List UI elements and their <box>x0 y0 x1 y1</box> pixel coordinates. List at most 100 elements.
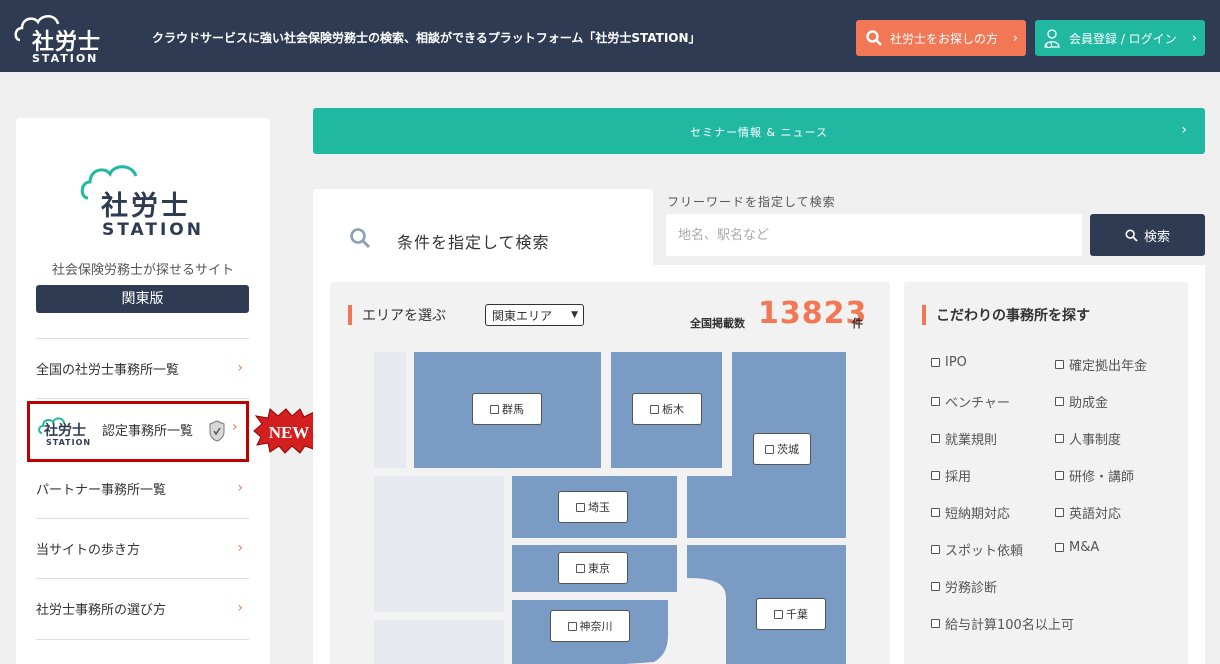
checkbox-icon <box>576 563 585 573</box>
specialty-title: こだわりの事務所を探す <box>922 305 1090 325</box>
sidebar-item-partner-list[interactable]: パートナー事務所一覧 › <box>36 473 249 503</box>
sidebar-item-how-to-choose[interactable]: 社労士事務所の選び方 › <box>36 593 249 623</box>
chevron-right-icon: › <box>237 480 243 496</box>
specialty-option-spot[interactable]: スポット依頼 <box>931 540 1023 559</box>
checkbox-icon <box>931 397 940 406</box>
checkbox-icon <box>1055 543 1064 552</box>
chevron-right-icon: › <box>1012 30 1018 46</box>
sidebar-logo[interactable]: 社労士 STATION <box>76 160 216 244</box>
checkbox-icon <box>931 358 940 367</box>
checkbox-icon <box>931 582 940 591</box>
checkbox-icon <box>576 502 585 512</box>
pref-label: 埼玉 <box>588 501 610 514</box>
checkbox-icon <box>1055 360 1064 369</box>
freeword-input[interactable] <box>666 214 1082 256</box>
specialty-option-english[interactable]: 英語対応 <box>1055 503 1121 522</box>
search-icon <box>866 30 882 46</box>
sidebar-item-label: 全国の社労士事務所一覧 <box>36 362 180 378</box>
option-label: 採用 <box>945 470 972 485</box>
search-button[interactable]: 検索 <box>1090 214 1205 256</box>
certified-logo-name: 社労士 <box>44 423 86 439</box>
specialty-option-ipo[interactable]: IPO <box>931 355 967 370</box>
checkbox-icon <box>1055 434 1064 443</box>
option-label: IPO <box>945 355 967 370</box>
freeword-label: フリーワードを指定して検索 <box>667 195 836 209</box>
accent-bar <box>922 305 926 325</box>
area-title-label: エリアを選ぶ <box>362 308 446 324</box>
specialty-option-dc-pension[interactable]: 確定拠出年金 <box>1055 355 1147 374</box>
chevron-right-icon: › <box>237 540 243 556</box>
pref-checkbox-gunma[interactable]: 群馬 <box>472 393 542 425</box>
option-label: 就業規則 <box>945 433 998 448</box>
chevron-down-icon: ▼ <box>571 310 578 320</box>
sidebar-logo-sub: STATION <box>102 220 204 240</box>
option-label: 英語対応 <box>1069 507 1122 522</box>
divider <box>36 578 249 579</box>
new-badge-text: NEW <box>269 423 310 442</box>
divider <box>36 518 249 519</box>
header-logo[interactable]: 社労士 STATION <box>14 10 114 66</box>
checkbox-icon <box>765 444 774 454</box>
chevron-right-icon: › <box>1181 122 1187 138</box>
region-badge[interactable]: 関東版 <box>36 285 249 313</box>
checkbox-icon <box>490 404 499 414</box>
condition-search-tab[interactable]: 条件を指定して検索 <box>313 189 653 279</box>
chevron-right-icon: › <box>1191 30 1197 46</box>
pref-label: 茨城 <box>777 443 799 456</box>
option-label: ベンチャー <box>945 396 1010 411</box>
specialty-option-training[interactable]: 研修・講師 <box>1055 466 1134 485</box>
accent-bar <box>348 305 352 325</box>
checkbox-icon <box>1055 397 1064 406</box>
pref-label: 東京 <box>588 562 610 575</box>
count-unit: 件 <box>852 317 863 330</box>
option-label: スポット依頼 <box>945 544 1024 559</box>
sidebar-item-label: パートナー事務所一覧 <box>36 482 167 498</box>
sidebar-item-how-to-use[interactable]: 当サイトの歩き方 › <box>36 533 249 563</box>
specialty-option-labor-audit[interactable]: 労務診断 <box>931 577 997 596</box>
checkbox-icon <box>1055 508 1064 517</box>
checkbox-icon <box>931 619 940 628</box>
pref-checkbox-chiba[interactable]: 千葉 <box>756 598 826 630</box>
count-label: 全国掲載数 <box>690 317 745 330</box>
register-login-button[interactable]: 会員登録 / ログイン › <box>1035 20 1205 56</box>
find-sharoushi-button[interactable]: 社労士をお探しの方 › <box>856 20 1026 56</box>
specialty-option-venture[interactable]: ベンチャー <box>931 392 1010 411</box>
sidebar-item-certified-list[interactable]: 社労士 STATION 認定事務所一覧 › <box>27 401 249 462</box>
specialty-option-work-rules[interactable]: 就業規則 <box>931 429 997 448</box>
specialty-option-recruiting[interactable]: 採用 <box>931 466 971 485</box>
checkbox-icon <box>1055 471 1064 480</box>
option-label: 給与計算100名以上可 <box>945 618 1074 633</box>
user-icon <box>1044 29 1060 48</box>
sidebar-item-label: 認定事務所一覧 <box>102 424 194 439</box>
chevron-right-icon: › <box>237 600 243 616</box>
header-logo-sub: STATION <box>32 52 99 65</box>
pref-label: 神奈川 <box>579 620 613 633</box>
sidebar-logo-name: 社労士 <box>101 191 191 222</box>
find-sharoushi-label: 社労士をお探しの方 <box>890 31 999 46</box>
option-label: 短納期対応 <box>945 507 1011 522</box>
option-label: 助成金 <box>1069 396 1109 411</box>
certified-logo-sub: STATION <box>46 438 92 447</box>
seal-icon <box>209 420 225 442</box>
seminar-news-bar[interactable]: セミナー情報 & ニュース › <box>313 108 1205 154</box>
specialty-option-subsidy[interactable]: 助成金 <box>1055 392 1108 411</box>
listing-count: 13823 <box>758 296 868 331</box>
specialty-option-hr-system[interactable]: 人事制度 <box>1055 429 1121 448</box>
pref-checkbox-kanagawa[interactable]: 神奈川 <box>550 610 630 642</box>
pref-checkbox-saitama[interactable]: 埼玉 <box>558 491 628 523</box>
area-title: エリアを選ぶ <box>348 305 446 325</box>
specialty-option-payroll-100[interactable]: 給与計算100名以上可 <box>931 614 1074 633</box>
search-button-label: 検索 <box>1143 229 1170 245</box>
pref-label: 群馬 <box>502 403 524 416</box>
pref-checkbox-ibaraki[interactable]: 茨城 <box>753 433 811 465</box>
pref-checkbox-tochigi[interactable]: 栃木 <box>632 393 702 425</box>
sidebar-item-national-list[interactable]: 全国の社労士事務所一覧 › <box>36 353 249 383</box>
divider <box>36 639 249 640</box>
area-select[interactable]: 関東エリア ▼ <box>485 304 584 326</box>
search-icon <box>350 228 371 249</box>
pref-label: 栃木 <box>662 403 684 416</box>
pref-checkbox-tokyo[interactable]: 東京 <box>558 552 628 584</box>
specialty-option-ma[interactable]: M&A <box>1055 540 1099 555</box>
specialty-option-short-delivery[interactable]: 短納期対応 <box>931 503 1010 522</box>
divider <box>36 338 249 339</box>
